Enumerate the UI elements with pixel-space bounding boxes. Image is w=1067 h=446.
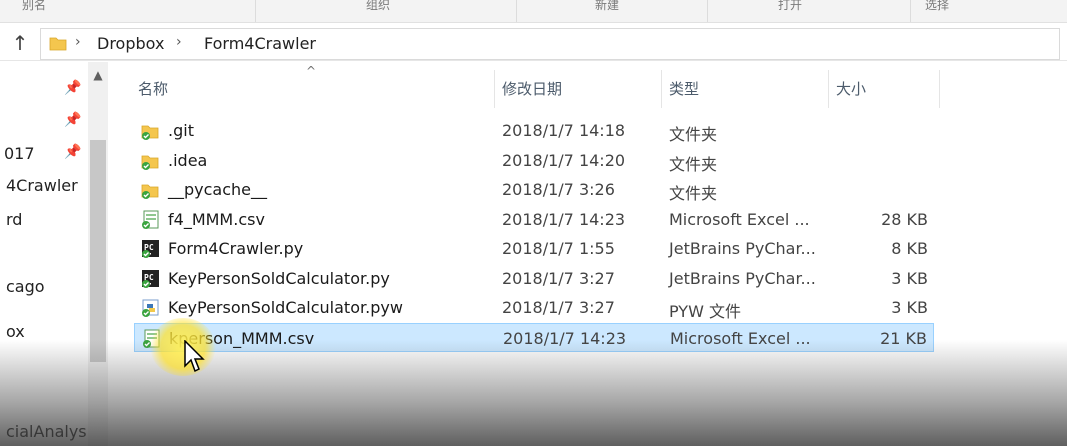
file-row[interactable]: PC KeyPersonSoldCalculator.py 2018/1/7 3:2… — [134, 264, 934, 293]
file-row[interactable]: PC Form4Crawler.py 2018/1/7 1:55 JetBrains … — [134, 234, 934, 263]
file-name: .idea — [168, 151, 208, 170]
file-type: JetBrains PyChar... — [669, 239, 816, 258]
excel-csv-icon — [140, 210, 160, 230]
file-date: 2018/1/7 1:55 — [502, 239, 615, 258]
column-header-row: 名称 修改日期 类型 大小 — [112, 62, 1067, 114]
file-size: 28 KB — [881, 210, 928, 229]
ribbon-label: 组织 — [366, 0, 391, 12]
file-date: 2018/1/7 3:27 — [502, 298, 615, 317]
breadcrumb-form4crawler[interactable]: Form4Crawler — [204, 34, 316, 53]
file-type: Microsoft Excel ... — [669, 210, 810, 229]
file-name: KeyPersonSoldCalculator.pyw — [168, 298, 403, 317]
file-type: 文件夹 — [669, 125, 718, 144]
file-name: KeyPersonSoldCalculator.py — [168, 269, 390, 288]
breadcrumb-chevron-icon[interactable]: › — [176, 34, 182, 50]
scrollbar-thumb[interactable] — [90, 140, 106, 362]
python-file-icon — [140, 298, 160, 318]
video-fade-overlay — [0, 340, 1067, 446]
file-date: 2018/1/7 14:18 — [502, 121, 626, 140]
nav-item[interactable]: rd — [6, 210, 22, 229]
column-header-size[interactable]: 大小 — [836, 78, 866, 99]
ribbon-group-clipboard[interactable]: 别名 — [0, 0, 256, 22]
ribbon-group-new[interactable]: 新建 — [517, 0, 708, 22]
file-name: f4_MMM.csv — [168, 210, 265, 229]
folder-icon — [140, 121, 160, 141]
nav-item[interactable]: 4Crawler — [6, 176, 78, 195]
file-type: JetBrains PyChar... — [669, 269, 816, 288]
pin-icon[interactable]: 📌 — [64, 80, 81, 96]
column-divider[interactable] — [939, 70, 940, 108]
file-row[interactable]: .idea 2018/1/7 14:20 文件夹 — [134, 146, 934, 175]
file-type: Microsoft Excel ... — [670, 329, 811, 348]
column-header-date[interactable]: 修改日期 — [502, 78, 562, 99]
nav-item[interactable]: ox — [6, 322, 25, 341]
breadcrumb-dropbox[interactable]: Dropbox — [97, 34, 164, 53]
ribbon-group-open[interactable]: 打开 — [708, 0, 911, 22]
excel-csv-icon — [141, 329, 161, 349]
column-divider[interactable] — [661, 70, 662, 108]
ribbon-group-select[interactable]: 选择 — [911, 0, 1067, 22]
file-size: 3 KB — [891, 269, 928, 288]
breadcrumb-chevron-icon[interactable]: › — [75, 34, 81, 50]
nav-item[interactable]: cialAnalys — [6, 422, 87, 441]
nav-item[interactable]: cago — [6, 277, 45, 296]
pycharm-icon: PC — [140, 239, 160, 259]
folder-icon — [140, 151, 160, 171]
file-type: 文件夹 — [669, 184, 718, 203]
column-header-type[interactable]: 类型 — [669, 78, 699, 99]
folder-icon — [49, 37, 67, 51]
column-divider[interactable] — [828, 70, 829, 108]
file-name: Form4Crawler.py — [168, 239, 304, 258]
ribbon-group-organize[interactable]: 组织 — [256, 0, 517, 22]
file-date: 2018/1/7 3:26 — [502, 180, 615, 199]
file-size: 3 KB — [891, 298, 928, 317]
sort-ascending-icon: ^ — [306, 64, 317, 78]
file-name: .git — [168, 121, 194, 140]
ribbon-label: 别名 — [22, 0, 47, 12]
file-name: __pycache__ — [168, 180, 268, 199]
pin-icon[interactable]: 📌 — [64, 112, 81, 128]
pycharm-icon: PC — [140, 269, 160, 289]
address-bar-row: ↑ › Dropbox › Form4Crawler — [0, 26, 1067, 61]
file-row[interactable]: f4_MMM.csv 2018/1/7 14:23 Microsoft Excel … — [134, 205, 934, 234]
up-arrow-icon[interactable]: ↑ — [8, 30, 32, 56]
address-bar[interactable]: › Dropbox › Form4Crawler — [40, 28, 1060, 60]
file-date: 2018/1/7 14:23 — [502, 210, 626, 229]
file-date: 2018/1/7 14:20 — [502, 151, 626, 170]
file-size: 21 KB — [880, 329, 927, 348]
file-row[interactable]: KeyPersonSoldCalculator.pyw 2018/1/7 3:27… — [134, 293, 934, 322]
ribbon-label: 选择 — [925, 0, 950, 12]
column-header-name[interactable]: 名称 — [138, 78, 168, 99]
ribbon-label: 打开 — [778, 0, 803, 12]
pin-icon[interactable]: 📌 — [64, 144, 81, 160]
file-row[interactable]: __pycache__ 2018/1/7 3:26 文件夹 — [134, 175, 934, 204]
ribbon-bar: 别名 组织 新建 打开 选择 — [0, 0, 1067, 23]
file-type: PYW 文件 — [669, 302, 741, 321]
scroll-up-icon[interactable]: ▲ — [90, 68, 106, 84]
file-name: kperson_MMM.csv — [169, 329, 315, 348]
file-date: 2018/1/7 14:23 — [503, 329, 627, 348]
file-row[interactable]: kperson_MMM.csv 2018/1/7 14:23 Microsoft E… — [134, 323, 934, 352]
file-type: 文件夹 — [669, 155, 718, 174]
file-size: 8 KB — [891, 239, 928, 258]
file-date: 2018/1/7 3:27 — [502, 269, 615, 288]
nav-scrollbar[interactable]: ▲ — [88, 62, 108, 446]
ribbon-label: 新建 — [595, 0, 620, 12]
nav-item[interactable]: 017 — [4, 144, 35, 163]
column-divider[interactable] — [494, 70, 495, 108]
file-row[interactable]: .git 2018/1/7 14:18 文件夹 — [134, 116, 934, 145]
folder-icon — [140, 180, 160, 200]
